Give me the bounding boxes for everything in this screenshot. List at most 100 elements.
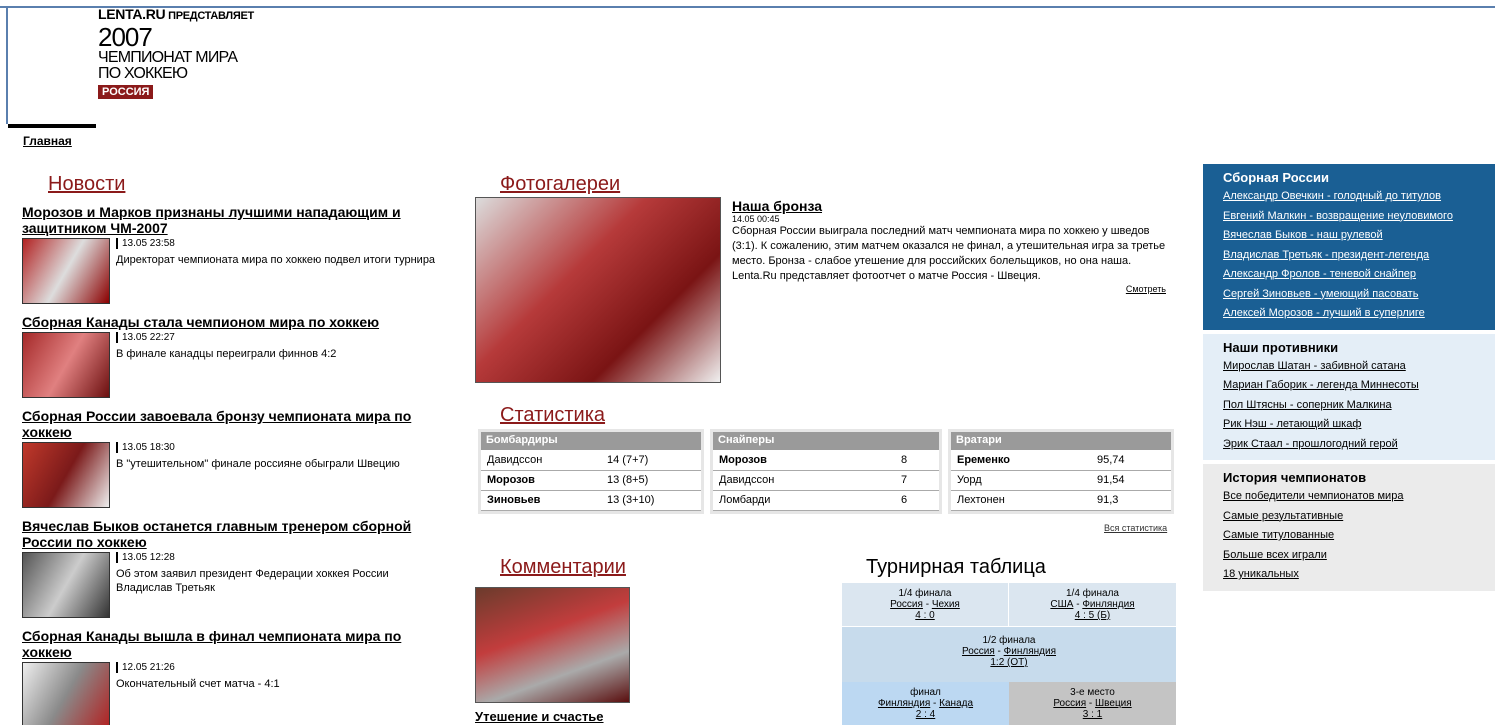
rival-link[interactable]: Мирослав Шатан - забивной сатана	[1223, 357, 1485, 377]
active-tab-indicator	[8, 124, 96, 128]
photo-desc: Сборная России выиграла последний матч ч…	[732, 225, 1166, 282]
news-thumbnail[interactable]	[22, 662, 110, 725]
news-title[interactable]: Морозов и Марков признаны лучшими напада…	[22, 204, 442, 236]
nav-home-link[interactable]: Главная	[23, 134, 72, 148]
player-value: 13 (3+10)	[601, 490, 701, 511]
stats-header: Бомбардиры	[481, 432, 701, 450]
player-value: 14 (7+7)	[601, 450, 701, 471]
team-link[interactable]: Сергей Зиновьев - умеющий пасовать	[1223, 285, 1485, 305]
news-desc: Об этом заявил президент Федерации хокке…	[116, 568, 389, 594]
rival-link[interactable]: Мариан Габорик - легенда Миннесоты	[1223, 376, 1485, 396]
team-link[interactable]: Чехия	[932, 599, 960, 610]
news-date: 13.05 18:30	[116, 442, 400, 453]
site-logo[interactable]: LENTA.RU ПРЕДСТАВЛЯЕТ 2007 ЧЕМПИОНАТ МИР…	[98, 6, 254, 100]
stage-label: 1/4 финала	[1066, 588, 1119, 599]
team-link[interactable]: Финляндия	[1082, 599, 1134, 610]
news-title[interactable]: Сборная Канады вышла в финал чемпионата …	[22, 628, 442, 660]
photo-section-title[interactable]: Фотогалереи	[500, 173, 620, 196]
news-thumbnail[interactable]	[22, 442, 110, 508]
tournament-bracket: 1/4 финала Россия - Чехия 4 : 0 1/4 фина…	[842, 583, 1176, 725]
news-date: 13.05 23:58	[116, 238, 435, 249]
team-link[interactable]: Канада	[939, 698, 973, 709]
team-link[interactable]: Вячеслав Быков - наш рулевой	[1223, 226, 1485, 246]
team-link[interactable]: США	[1050, 599, 1073, 610]
history-link[interactable]: Самые результативные	[1223, 507, 1485, 527]
team-link[interactable]: Россия	[962, 646, 995, 657]
bracket-third: 3-е место Россия - Швеция 3 : 1	[1009, 682, 1176, 725]
team-link[interactable]: Владислав Третьяк - президент-легенда	[1223, 246, 1485, 266]
player-name: Лехтонен	[951, 490, 1091, 511]
team-link[interactable]: Евгений Малкин - возвращение неуловимого	[1223, 207, 1485, 227]
history-link[interactable]: 18 уникальных	[1223, 565, 1485, 585]
history-link[interactable]: Самые титулованные	[1223, 526, 1485, 546]
stats-goalies: Вратари Еременко 95,74 Уорд 91,54 Лехтонен…	[948, 429, 1174, 514]
comment-title[interactable]: Утешение и счастье	[475, 709, 604, 724]
all-stats-link[interactable]: Вся статистика	[1104, 523, 1167, 533]
team-link[interactable]: Финляндия	[1004, 646, 1056, 657]
stage-label: финал	[910, 687, 941, 698]
news-title[interactable]: Сборная России завоевала бронзу чемпиона…	[22, 408, 442, 440]
match-score[interactable]: 1:2 (ОТ)	[844, 657, 1174, 668]
match-score[interactable]: 3 : 1	[1011, 709, 1174, 720]
left-border	[6, 6, 8, 124]
match-score[interactable]: 2 : 4	[844, 709, 1007, 720]
right-sidebar: Сборная России Александр Овечкин - голод…	[1203, 164, 1495, 591]
photo-more-link[interactable]: Смотреть	[732, 284, 1166, 294]
box-title: История чемпионатов	[1223, 470, 1367, 485]
box-title: Сборная России	[1223, 170, 1329, 185]
news-desc: В финале канадцы переиграли финнов 4:2	[116, 348, 337, 360]
news-desc: В "утешительном" финале россияне обыграл…	[116, 458, 400, 470]
stats-header: Снайперы	[713, 432, 939, 450]
history-link[interactable]: Больше всех играли	[1223, 546, 1485, 566]
player-name: Еременко	[951, 450, 1091, 471]
rival-link[interactable]: Эрик Стаал - прошлогодний герой	[1223, 435, 1485, 455]
team-link[interactable]: Финляндия	[878, 698, 930, 709]
rivals-box: Наши противники Мирослав Шатан - забивно…	[1203, 333, 1495, 460]
team-link[interactable]: Швеция	[1095, 698, 1132, 709]
news-item: Сборная Канады стала чемпионом мира по х…	[22, 314, 442, 398]
player-value: 91,54	[1091, 470, 1171, 491]
news-thumbnail[interactable]	[22, 552, 110, 618]
bracket-sf: 1/2 финала Россия - Финляндия 1:2 (ОТ)	[842, 626, 1176, 682]
player-value: 13 (8+5)	[601, 470, 701, 491]
team-link[interactable]: Александр Фролов - теневой снайпер	[1223, 265, 1485, 285]
comments-section-title[interactable]: Комментарии	[500, 556, 626, 579]
stats-snipers: Снайперы Морозов 8 Давидссон 7 Ломбарди 6	[710, 429, 942, 514]
news-title[interactable]: Сборная Канады стала чемпионом мира по х…	[22, 314, 442, 330]
player-name: Морозов	[713, 450, 895, 471]
player-name: Ломбарди	[713, 490, 895, 511]
match-score[interactable]: 4 : 0	[844, 610, 1006, 621]
news-thumbnail[interactable]	[22, 332, 110, 398]
team-link[interactable]: Россия	[890, 599, 923, 610]
news-item: Сборная России завоевала бронзу чемпиона…	[22, 408, 442, 508]
news-date: 13.05 12:28	[116, 552, 442, 563]
photo-gallery-image[interactable]	[475, 197, 721, 383]
stats-section-title[interactable]: Статистика	[500, 404, 605, 427]
player-name: Зиновьев	[481, 490, 601, 511]
history-link[interactable]: Все победители чемпионатов мира	[1223, 487, 1485, 507]
news-desc: Директорат чемпионата мира по хоккею под…	[116, 254, 436, 266]
team-link[interactable]: Алексей Морозов - лучший в суперлиге	[1223, 304, 1485, 324]
team-link[interactable]: Россия	[1053, 698, 1086, 709]
comment-image[interactable]	[475, 587, 630, 703]
team-link[interactable]: Александр Овечкин - голодный до титулов	[1223, 187, 1485, 207]
news-section-title[interactable]: Новости	[48, 173, 125, 196]
player-value: 95,74	[1091, 450, 1171, 471]
news-title[interactable]: Вячеслав Быков останется главным тренеро…	[22, 518, 442, 550]
rival-link[interactable]: Рик Нэш - летающий шкаф	[1223, 415, 1485, 435]
rival-link[interactable]: Пол Штясны - соперник Малкина	[1223, 396, 1485, 416]
player-name: Морозов	[481, 470, 601, 491]
news-thumbnail[interactable]	[22, 238, 110, 304]
box-title: Наши противники	[1223, 339, 1339, 355]
news-date: 12.05 21:26	[116, 662, 280, 673]
player-value: 6	[895, 490, 939, 511]
player-value: 8	[895, 450, 939, 471]
team-russia-box: Сборная России Александр Овечкин - голод…	[1203, 164, 1495, 330]
news-list: Морозов и Марков признаны лучшими напада…	[22, 204, 442, 725]
logo-top: LENTA.RU ПРЕДСТАВЛЯЕТ	[98, 6, 254, 22]
stats-scorers: Бомбардиры Давидссон 14 (7+7) Морозов 13 (…	[478, 429, 704, 514]
photo-title[interactable]: Наша бронза	[732, 198, 1172, 214]
stage-label: 1/2 финала	[982, 635, 1036, 646]
player-value: 7	[895, 470, 939, 491]
match-score[interactable]: 4 : 5 (Б)	[1011, 610, 1174, 621]
